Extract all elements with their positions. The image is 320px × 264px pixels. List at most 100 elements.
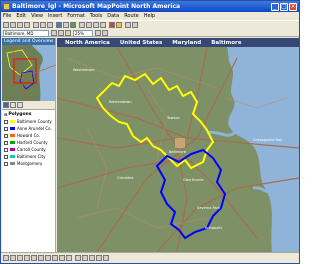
legend-swatch bbox=[10, 141, 15, 144]
menu-insert[interactable]: Insert bbox=[48, 12, 62, 20]
legend-item-label: Anne Arundel Co. bbox=[17, 126, 52, 131]
legend-title-text: Polygons bbox=[8, 112, 32, 117]
legend-toolbar bbox=[2, 101, 55, 110]
menu-data[interactable]: Data bbox=[107, 12, 119, 20]
zoom-out-icon[interactable] bbox=[86, 22, 92, 28]
legend-swatch bbox=[10, 162, 15, 165]
place-label: Chesapeake Bay bbox=[253, 138, 283, 142]
legend-checkbox[interactable] bbox=[4, 161, 8, 166]
menu-format[interactable]: Format bbox=[67, 12, 85, 20]
map-view[interactable]: North America United States Maryland Bal… bbox=[57, 38, 299, 252]
pane-header: Legend and Overview bbox=[2, 38, 55, 45]
draw-highlight-icon[interactable] bbox=[59, 255, 65, 261]
draw-rectangle-icon[interactable] bbox=[31, 255, 37, 261]
forward-icon[interactable] bbox=[65, 30, 71, 36]
cut-icon[interactable] bbox=[33, 22, 39, 28]
app-window: Baltimore_lgl - Microsoft MapPoint North… bbox=[0, 0, 300, 264]
legend-item[interactable]: Baltimore City bbox=[4, 153, 53, 160]
close-pane-icon[interactable] bbox=[17, 102, 23, 108]
legend-item[interactable]: Harford County bbox=[4, 139, 53, 146]
map-style-icon[interactable] bbox=[95, 30, 101, 36]
baltimore-city-area bbox=[175, 138, 185, 148]
place-label: Reisterstown bbox=[109, 100, 132, 104]
find-go-icon[interactable] bbox=[51, 30, 57, 36]
highlight-icon[interactable] bbox=[116, 22, 122, 28]
new-icon[interactable] bbox=[3, 22, 9, 28]
legend-item[interactable]: Montgomery bbox=[4, 160, 53, 167]
legend-item[interactable]: Anne Arundel Co. bbox=[4, 125, 53, 132]
draw-text-icon[interactable] bbox=[10, 255, 16, 261]
territory-icon[interactable] bbox=[102, 30, 108, 36]
draw-pushpin-icon[interactable] bbox=[66, 255, 72, 261]
title-bar[interactable]: Baltimore_lgl - Microsoft MapPoint North… bbox=[1, 1, 299, 12]
draw-radius-icon[interactable] bbox=[45, 255, 51, 261]
legend-item[interactable]: Baltimore County bbox=[4, 118, 53, 125]
menu-file[interactable]: File bbox=[3, 12, 11, 20]
close-button[interactable]: × bbox=[289, 2, 297, 11]
legend-icon[interactable] bbox=[125, 22, 131, 28]
overview-tab-icon[interactable] bbox=[10, 102, 16, 108]
draw-arrow-icon[interactable] bbox=[52, 255, 58, 261]
minimize-button[interactable]: _ bbox=[271, 2, 279, 11]
copy-icon[interactable] bbox=[40, 22, 46, 28]
place-label: Columbia bbox=[117, 176, 134, 180]
draw-select-icon[interactable] bbox=[3, 255, 9, 261]
place-label: Severna Park bbox=[197, 206, 221, 210]
legend-checkbox[interactable] bbox=[4, 140, 8, 145]
back-icon[interactable] bbox=[58, 30, 64, 36]
menu-edit[interactable]: Edit bbox=[16, 12, 26, 20]
print-icon[interactable] bbox=[24, 22, 30, 28]
legend-title: ⊟ Polygons bbox=[4, 112, 53, 117]
legend-item-label: Baltimore County bbox=[17, 119, 52, 124]
menu-tools[interactable]: Tools bbox=[90, 12, 102, 20]
drawing-toolbar bbox=[1, 252, 299, 263]
breadcrumb: North America United States Maryland Bal… bbox=[57, 38, 299, 47]
find-combo[interactable]: Baltimore, MD bbox=[3, 30, 49, 37]
line-style-icon[interactable] bbox=[89, 255, 95, 261]
select-icon[interactable] bbox=[100, 22, 106, 28]
data-mapping-icon[interactable] bbox=[70, 22, 76, 28]
menu-help[interactable]: Help bbox=[144, 12, 155, 20]
breadcrumb-maryland[interactable]: Maryland bbox=[172, 40, 201, 46]
window-title: Baltimore_lgl - Microsoft MapPoint North… bbox=[12, 3, 181, 10]
send-back-icon[interactable] bbox=[103, 255, 109, 261]
pushpin-icon[interactable] bbox=[109, 22, 115, 28]
paste-icon[interactable] bbox=[47, 22, 53, 28]
legend-checkbox[interactable] bbox=[4, 147, 8, 152]
menu-route[interactable]: Route bbox=[124, 12, 139, 20]
pan-icon[interactable] bbox=[93, 22, 99, 28]
legend-item[interactable]: Carroll County bbox=[4, 146, 53, 153]
overview-map[interactable] bbox=[2, 45, 56, 101]
collapse-icon[interactable]: ⊟ bbox=[4, 112, 7, 117]
draw-line-icon[interactable] bbox=[17, 255, 23, 261]
fill-color-icon[interactable] bbox=[82, 255, 88, 261]
maximize-button[interactable]: □ bbox=[280, 2, 288, 11]
find-nearby-icon[interactable] bbox=[63, 22, 69, 28]
draw-oval-icon[interactable] bbox=[38, 255, 44, 261]
breadcrumb-baltimore[interactable]: Baltimore bbox=[211, 40, 241, 46]
legend-tab-icon[interactable] bbox=[3, 102, 9, 108]
toolbar: Baltimore, MD 25% bbox=[1, 20, 299, 37]
legend-swatch bbox=[10, 127, 15, 130]
draw-freeform-icon[interactable] bbox=[24, 255, 30, 261]
menu-view[interactable]: View bbox=[31, 12, 43, 20]
legend-item-label: Howard Co. bbox=[17, 133, 41, 138]
bring-front-icon[interactable] bbox=[96, 255, 102, 261]
legend-checkbox[interactable] bbox=[4, 133, 8, 138]
place-label: Westminster bbox=[73, 68, 95, 72]
place-label: Towson bbox=[167, 116, 180, 120]
line-color-icon[interactable] bbox=[75, 255, 81, 261]
route-icon[interactable] bbox=[56, 22, 62, 28]
zoom-combo[interactable]: 25% bbox=[73, 30, 93, 37]
legend-item[interactable]: Howard Co. bbox=[4, 132, 53, 139]
legend-checkbox[interactable] bbox=[4, 154, 8, 159]
open-icon[interactable] bbox=[10, 22, 16, 28]
zoom-in-icon[interactable] bbox=[79, 22, 85, 28]
legend-item-label: Montgomery bbox=[17, 161, 43, 166]
breadcrumb-united-states[interactable]: United States bbox=[120, 40, 162, 46]
breadcrumb-north-america[interactable]: North America bbox=[65, 40, 110, 46]
legend-checkbox[interactable] bbox=[4, 126, 8, 131]
overview-icon[interactable] bbox=[132, 22, 138, 28]
save-icon[interactable] bbox=[17, 22, 23, 28]
legend-checkbox[interactable] bbox=[4, 119, 8, 124]
